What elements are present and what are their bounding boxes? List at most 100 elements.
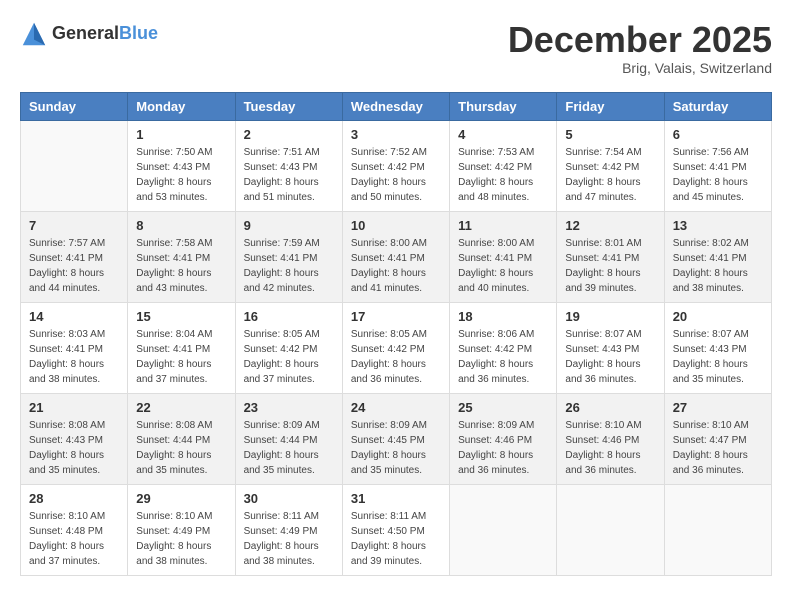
day-number: 29 bbox=[136, 491, 226, 506]
calendar-cell: 30 Sunrise: 8:11 AMSunset: 4:49 PMDayligh… bbox=[235, 484, 342, 575]
calendar-cell: 4 Sunrise: 7:53 AMSunset: 4:42 PMDaylight… bbox=[450, 120, 557, 211]
day-info: Sunrise: 8:10 AMSunset: 4:49 PMDaylight:… bbox=[136, 509, 226, 569]
day-number: 6 bbox=[673, 127, 763, 142]
day-number: 23 bbox=[244, 400, 334, 415]
day-info: Sunrise: 8:11 AMSunset: 4:50 PMDaylight:… bbox=[351, 509, 441, 569]
calendar-cell: 21Sunrise: 8:08 AMSunset: 4:43 PMDayligh… bbox=[21, 393, 128, 484]
day-number: 27 bbox=[673, 400, 763, 415]
day-number: 22 bbox=[136, 400, 226, 415]
calendar-header-row: SundayMondayTuesdayWednesdayThursdayFrid… bbox=[21, 92, 772, 120]
calendar-cell: 28 Sunrise: 8:10 AMSunset: 4:48 PMDayligh… bbox=[21, 484, 128, 575]
day-number: 13 bbox=[673, 218, 763, 233]
calendar-week-row: 28 Sunrise: 8:10 AMSunset: 4:48 PMDayligh… bbox=[21, 484, 772, 575]
calendar-cell: 16 Sunrise: 8:05 AMSunset: 4:42 PMDayligh… bbox=[235, 302, 342, 393]
day-info: Sunrise: 8:03 AMSunset: 4:41 PMDaylight:… bbox=[29, 327, 119, 387]
page-header: GeneralBlue December 2025 Brig, Valais, … bbox=[20, 20, 772, 76]
day-number: 20 bbox=[673, 309, 763, 324]
day-info: Sunrise: 8:09 AMSunset: 4:45 PMDaylight:… bbox=[351, 418, 441, 478]
day-info: Sunrise: 8:08 AMSunset: 4:44 PMDaylight:… bbox=[136, 418, 226, 478]
calendar-cell: 22 Sunrise: 8:08 AMSunset: 4:44 PMDayligh… bbox=[128, 393, 235, 484]
calendar-cell bbox=[21, 120, 128, 211]
calendar-header-saturday: Saturday bbox=[664, 92, 771, 120]
day-info: Sunrise: 8:00 AMSunset: 4:41 PMDaylight:… bbox=[351, 236, 441, 296]
calendar-cell: 15 Sunrise: 8:04 AMSunset: 4:41 PMDayligh… bbox=[128, 302, 235, 393]
logo-general: GeneralBlue bbox=[52, 24, 158, 44]
calendar-cell: 27 Sunrise: 8:10 AMSunset: 4:47 PMDayligh… bbox=[664, 393, 771, 484]
calendar-cell: 9Sunrise: 7:59 AMSunset: 4:41 PMDaylight… bbox=[235, 211, 342, 302]
calendar-cell: 6 Sunrise: 7:56 AMSunset: 4:41 PMDaylight… bbox=[664, 120, 771, 211]
day-number: 8 bbox=[136, 218, 226, 233]
calendar-cell bbox=[664, 484, 771, 575]
day-number: 15 bbox=[136, 309, 226, 324]
calendar-cell: 5Sunrise: 7:54 AMSunset: 4:42 PMDaylight… bbox=[557, 120, 664, 211]
day-info: Sunrise: 7:52 AMSunset: 4:42 PMDaylight:… bbox=[351, 145, 441, 205]
logo: GeneralBlue bbox=[20, 20, 158, 48]
day-info: Sunrise: 8:11 AMSunset: 4:49 PMDaylight:… bbox=[244, 509, 334, 569]
day-info: Sunrise: 8:10 AMSunset: 4:47 PMDaylight:… bbox=[673, 418, 763, 478]
calendar-week-row: 21Sunrise: 8:08 AMSunset: 4:43 PMDayligh… bbox=[21, 393, 772, 484]
calendar-cell: 8 Sunrise: 7:58 AMSunset: 4:41 PMDaylight… bbox=[128, 211, 235, 302]
calendar-cell bbox=[450, 484, 557, 575]
day-info: Sunrise: 7:50 AMSunset: 4:43 PMDaylight:… bbox=[136, 145, 226, 205]
calendar-cell: 3 Sunrise: 7:52 AMSunset: 4:42 PMDaylight… bbox=[342, 120, 449, 211]
day-number: 9 bbox=[244, 218, 334, 233]
calendar-cell: 19 Sunrise: 8:07 AMSunset: 4:43 PMDayligh… bbox=[557, 302, 664, 393]
day-number: 3 bbox=[351, 127, 441, 142]
calendar-cell: 23 Sunrise: 8:09 AMSunset: 4:44 PMDayligh… bbox=[235, 393, 342, 484]
calendar-cell: 14 Sunrise: 8:03 AMSunset: 4:41 PMDayligh… bbox=[21, 302, 128, 393]
calendar-cell: 12 Sunrise: 8:01 AMSunset: 4:41 PMDayligh… bbox=[557, 211, 664, 302]
day-number: 31 bbox=[351, 491, 441, 506]
day-info: Sunrise: 8:01 AMSunset: 4:41 PMDaylight:… bbox=[565, 236, 655, 296]
calendar-header-sunday: Sunday bbox=[21, 92, 128, 120]
calendar-cell bbox=[557, 484, 664, 575]
day-info: Sunrise: 7:51 AMSunset: 4:43 PMDaylight:… bbox=[244, 145, 334, 205]
day-number: 1 bbox=[136, 127, 226, 142]
day-info: Sunrise: 7:56 AMSunset: 4:41 PMDaylight:… bbox=[673, 145, 763, 205]
calendar-cell: 13 Sunrise: 8:02 AMSunset: 4:41 PMDayligh… bbox=[664, 211, 771, 302]
day-number: 2 bbox=[244, 127, 334, 142]
day-info: Sunrise: 8:02 AMSunset: 4:41 PMDaylight:… bbox=[673, 236, 763, 296]
day-number: 5 bbox=[565, 127, 655, 142]
day-info: Sunrise: 7:53 AMSunset: 4:42 PMDaylight:… bbox=[458, 145, 548, 205]
calendar-cell: 18 Sunrise: 8:06 AMSunset: 4:42 PMDayligh… bbox=[450, 302, 557, 393]
day-number: 26 bbox=[565, 400, 655, 415]
day-number: 16 bbox=[244, 309, 334, 324]
calendar-cell: 29 Sunrise: 8:10 AMSunset: 4:49 PMDayligh… bbox=[128, 484, 235, 575]
day-number: 12 bbox=[565, 218, 655, 233]
day-info: Sunrise: 8:10 AMSunset: 4:48 PMDaylight:… bbox=[29, 509, 119, 569]
calendar-cell: 31 Sunrise: 8:11 AMSunset: 4:50 PMDayligh… bbox=[342, 484, 449, 575]
day-number: 19 bbox=[565, 309, 655, 324]
day-info: Sunrise: 8:09 AMSunset: 4:46 PMDaylight:… bbox=[458, 418, 548, 478]
location-subtitle: Brig, Valais, Switzerland bbox=[508, 60, 772, 76]
day-info: Sunrise: 8:09 AMSunset: 4:44 PMDaylight:… bbox=[244, 418, 334, 478]
logo-blue-text: Blue bbox=[119, 23, 158, 43]
day-number: 7 bbox=[29, 218, 119, 233]
day-info: Sunrise: 7:57 AMSunset: 4:41 PMDaylight:… bbox=[29, 236, 119, 296]
day-info: Sunrise: 8:04 AMSunset: 4:41 PMDaylight:… bbox=[136, 327, 226, 387]
calendar-cell: 20Sunrise: 8:07 AMSunset: 4:43 PMDayligh… bbox=[664, 302, 771, 393]
day-number: 25 bbox=[458, 400, 548, 415]
calendar-cell: 17Sunrise: 8:05 AMSunset: 4:42 PMDayligh… bbox=[342, 302, 449, 393]
calendar-header-thursday: Thursday bbox=[450, 92, 557, 120]
calendar-cell: 26 Sunrise: 8:10 AMSunset: 4:46 PMDayligh… bbox=[557, 393, 664, 484]
title-section: December 2025 Brig, Valais, Switzerland bbox=[508, 20, 772, 76]
day-info: Sunrise: 8:05 AMSunset: 4:42 PMDaylight:… bbox=[244, 327, 334, 387]
day-number: 24 bbox=[351, 400, 441, 415]
calendar-cell: 1 Sunrise: 7:50 AMSunset: 4:43 PMDaylight… bbox=[128, 120, 235, 211]
day-number: 30 bbox=[244, 491, 334, 506]
day-number: 4 bbox=[458, 127, 548, 142]
day-number: 10 bbox=[351, 218, 441, 233]
calendar-week-row: 7 Sunrise: 7:57 AMSunset: 4:41 PMDaylight… bbox=[21, 211, 772, 302]
day-info: Sunrise: 8:07 AMSunset: 4:43 PMDaylight:… bbox=[565, 327, 655, 387]
day-number: 18 bbox=[458, 309, 548, 324]
day-info: Sunrise: 8:06 AMSunset: 4:42 PMDaylight:… bbox=[458, 327, 548, 387]
day-info: Sunrise: 8:10 AMSunset: 4:46 PMDaylight:… bbox=[565, 418, 655, 478]
day-number: 28 bbox=[29, 491, 119, 506]
logo-general-text: General bbox=[52, 23, 119, 43]
day-info: Sunrise: 8:05 AMSunset: 4:42 PMDaylight:… bbox=[351, 327, 441, 387]
day-info: Sunrise: 7:58 AMSunset: 4:41 PMDaylight:… bbox=[136, 236, 226, 296]
calendar-cell: 7 Sunrise: 7:57 AMSunset: 4:41 PMDaylight… bbox=[21, 211, 128, 302]
logo-icon bbox=[20, 20, 48, 48]
day-number: 11 bbox=[458, 218, 548, 233]
day-number: 14 bbox=[29, 309, 119, 324]
